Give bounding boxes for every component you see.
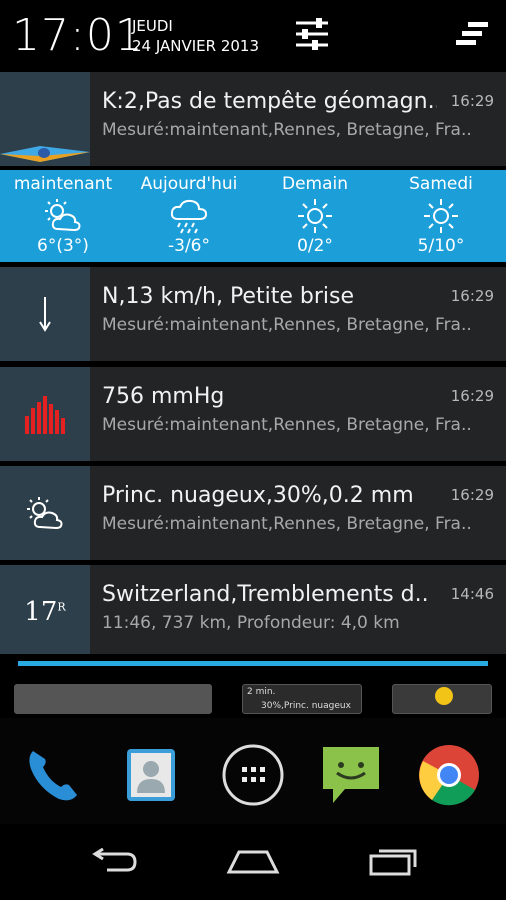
geomagnetic-icon — [0, 72, 90, 166]
notification-title: N,13 km/h, Petite brise — [102, 284, 354, 309]
notification-time: 16:29 — [450, 287, 494, 305]
forecast-day[interactable]: Samedi 5/10° — [378, 170, 504, 262]
rain-cloud-icon — [170, 199, 208, 234]
forecast-day-label: Samedi — [409, 174, 473, 194]
date-display: JEUDI 24 JANVIER 2013 — [132, 16, 259, 56]
back-button[interactable] — [78, 842, 148, 882]
sun-icon — [424, 199, 458, 233]
weather-icon-widget[interactable] — [392, 684, 492, 714]
app-drawer-button[interactable] — [218, 740, 288, 810]
notification-earthquake[interactable]: 17R Switzerland,Tremblements d.. 11:46, … — [0, 565, 506, 659]
forecast-day-label: Demain — [281, 174, 349, 194]
pressure-bars-icon — [0, 367, 90, 461]
notification-title: K:2,Pas de tempête géomagn.. — [102, 89, 437, 114]
notification-subtitle: 11:46, 737 km, Profondeur: 4,0 km — [102, 613, 400, 633]
earthquake-icon: 17R — [0, 565, 90, 659]
notification-title: Switzerland,Tremblements d.. — [102, 582, 429, 607]
chrome-app[interactable] — [414, 740, 484, 810]
app-dock — [0, 718, 506, 824]
clock: 17:01 — [12, 10, 144, 61]
notification-subtitle: Mesuré:maintenant,Rennes, Bretagne, Fra.… — [102, 315, 472, 335]
notification-time: 16:29 — [450, 387, 494, 405]
status-header: 17:01 JEUDI 24 JANVIER 2013 — [0, 0, 506, 70]
forecast-day[interactable]: Aujourd'hui -3/6° — [126, 170, 252, 262]
app-drawer-icon — [222, 744, 284, 806]
forecast-day[interactable]: Demain 0/2° — [252, 170, 378, 262]
home-button[interactable] — [218, 842, 288, 882]
notification-subtitle: Mesuré:maintenant,Rennes, Bretagne, Fra.… — [102, 415, 472, 435]
clear-notifications-button[interactable] — [450, 12, 494, 56]
messaging-app[interactable] — [316, 740, 386, 810]
earthquake-icon-label: 17 — [24, 597, 58, 627]
notification-title: 756 mmHg — [102, 384, 225, 409]
forecast-temp: 0/2° — [297, 236, 333, 256]
recent-apps-icon — [369, 849, 417, 876]
notification-time: 16:29 — [450, 486, 494, 504]
recent-apps-button[interactable] — [358, 842, 428, 882]
quick-settings-button[interactable] — [290, 12, 334, 56]
notification-title: Princ. nuageux,30%,0.2 mm — [102, 483, 414, 508]
notification-pressure[interactable]: 756 mmHg Mesuré:maintenant,Rennes, Breta… — [0, 367, 506, 461]
home-widgets: 2 min. 30%,Princ. nuageux — [0, 684, 506, 718]
wind-arrow-icon — [0, 267, 90, 361]
notification-geomagnetic[interactable]: K:2,Pas de tempête géomagn.. Mesuré:main… — [0, 72, 506, 166]
widget-line-2: 30%,Princ. nuageux — [261, 701, 351, 711]
notification-subtitle: Mesuré:maintenant,Rennes, Bretagne, Fra.… — [102, 514, 472, 534]
forecast-temp: 5/10° — [417, 236, 465, 256]
forecast-temp: -3/6° — [168, 236, 210, 256]
sun-icon — [298, 199, 332, 233]
widget-line-1: 2 min. — [247, 687, 276, 697]
handle-bar — [18, 661, 488, 666]
sun-icon — [435, 687, 453, 705]
forecast-temp: 6°(3°) — [37, 236, 89, 256]
partly-cloudy-icon — [45, 199, 81, 232]
notification-time: 16:29 — [450, 92, 494, 110]
weather-text-widget[interactable]: 2 min. 30%,Princ. nuageux — [242, 684, 362, 714]
settings-sliders-icon — [296, 18, 328, 50]
home-icon — [226, 850, 280, 874]
forecast-day[interactable]: maintenant 6°(3°) — [0, 170, 126, 262]
notification-subtitle: Mesuré:maintenant,Rennes, Bretagne, Fra.… — [102, 120, 472, 140]
partly-cloudy-icon — [0, 466, 90, 560]
forecast-day-label: maintenant — [13, 174, 113, 194]
earthquake-icon-sup: R — [57, 600, 66, 614]
notification-wind[interactable]: N,13 km/h, Petite brise Mesuré:maintenan… — [0, 267, 506, 361]
notification-weather[interactable]: Princ. nuageux,30%,0.2 mm Mesuré:mainten… — [0, 466, 506, 560]
back-icon — [92, 848, 137, 872]
date-label: 24 JANVIER 2013 — [132, 37, 260, 55]
phone-icon — [29, 751, 77, 801]
phone-app[interactable] — [18, 740, 88, 810]
contacts-app[interactable] — [116, 740, 186, 810]
shade-drag-handle[interactable] — [0, 654, 506, 684]
messaging-icon — [323, 747, 379, 803]
forecast-day-label: Aujourd'hui — [140, 174, 238, 194]
contacts-icon — [127, 749, 175, 801]
forecast-strip[interactable]: maintenant 6°(3°) Aujourd'hui -3/6° Dema… — [0, 170, 506, 262]
chrome-icon — [419, 745, 479, 806]
navigation-bar — [0, 824, 506, 900]
clear-all-icon — [456, 22, 488, 45]
weekday-label: JEUDI — [132, 17, 173, 35]
notification-time: 14:46 — [450, 585, 494, 603]
weather-map-widget[interactable] — [14, 684, 212, 714]
